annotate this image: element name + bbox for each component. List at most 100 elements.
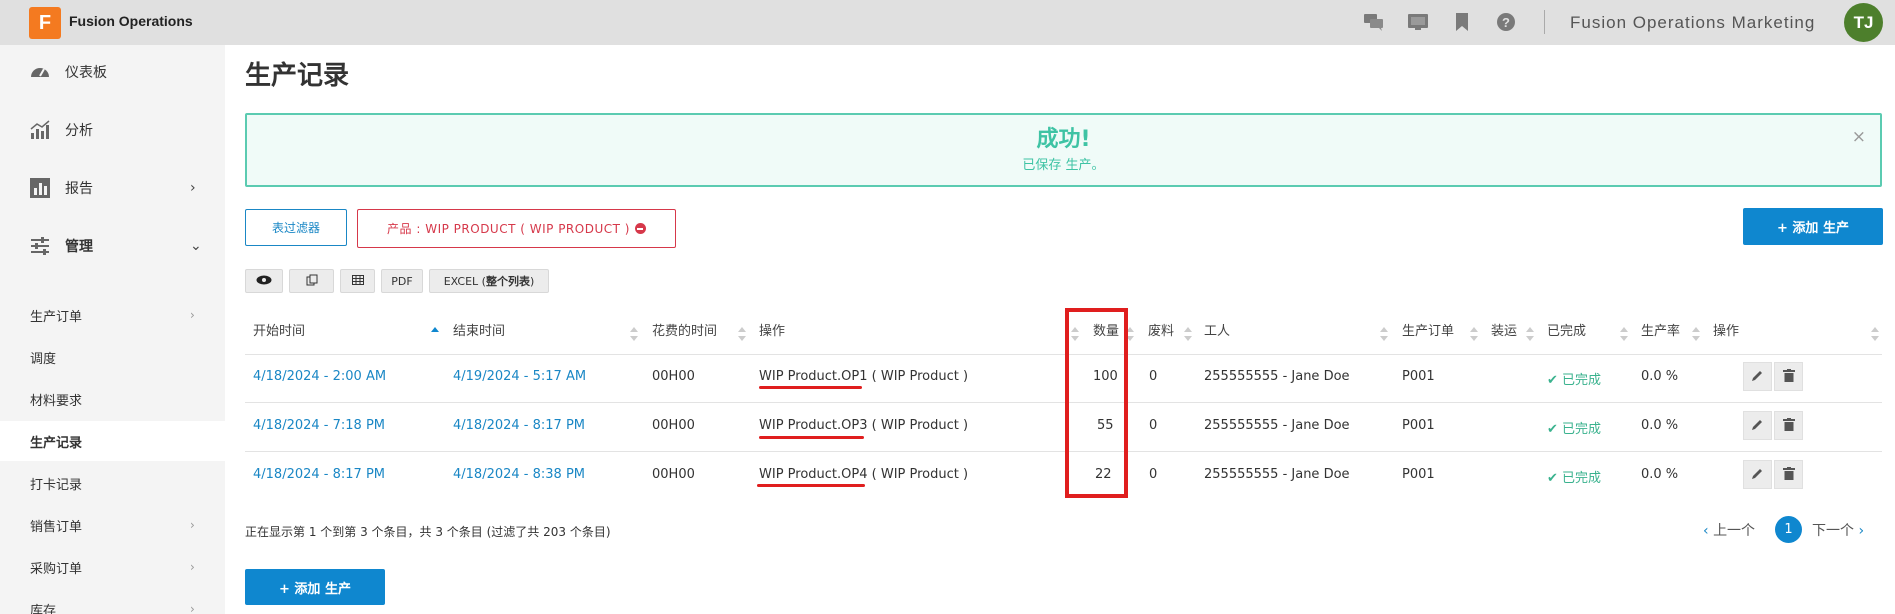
sidebar-sub-production-orders[interactable]: 生产订单 › <box>0 295 225 335</box>
column-visibility-button[interactable] <box>245 269 283 293</box>
edit-button[interactable] <box>1743 411 1772 440</box>
copy-button[interactable] <box>289 269 334 293</box>
display-icon[interactable] <box>1407 11 1429 33</box>
row-divider <box>245 451 1882 452</box>
start-time-link[interactable]: 4/18/2024 - 2:00 AM <box>253 369 386 384</box>
user-avatar[interactable]: TJ <box>1844 3 1883 42</box>
completed-cell: ✔ 已完成 <box>1547 418 1601 437</box>
sidebar-sub-material-requirements[interactable]: 材料要求 <box>0 379 225 419</box>
product-filter-chip[interactable]: 产品 : WIP PRODUCT ( WIP PRODUCT ) <box>357 209 676 248</box>
sidebar-sub-inventory[interactable]: 库存 › <box>0 589 225 614</box>
column-header-actions: 操作 <box>1713 324 1740 339</box>
operation-product: ( WIP Product ) <box>867 467 969 482</box>
check-icon: ✔ <box>1547 373 1563 388</box>
sidebar-sub-purchase-orders[interactable]: 采购订单 › <box>0 547 225 587</box>
sidebar-item-manage[interactable]: 管理 ⌄ <box>0 226 225 266</box>
sliders-icon <box>29 235 51 257</box>
operation-name[interactable]: WIP Product.OP4 <box>759 467 868 482</box>
worker-cell: 255555555 - Jane Doe <box>1204 369 1350 384</box>
sidebar-sub-production-records[interactable]: 生产记录 <box>0 421 225 461</box>
column-header-shipping[interactable]: 装运 <box>1491 320 1517 339</box>
add-production-button-bottom[interactable]: + 添加 生产 <box>245 569 385 605</box>
rate-cell: 0.0 % <box>1641 369 1679 384</box>
pager-prev-label: 上一个 <box>1713 523 1756 539</box>
rate-cell: 0.0 % <box>1641 418 1679 433</box>
edit-button[interactable] <box>1743 460 1772 489</box>
top-icons: ? <box>1363 11 1517 33</box>
sort-icon <box>738 327 746 341</box>
operation-name[interactable]: WIP Product.OP3 <box>759 418 868 433</box>
sidebar-sub-time-clock[interactable]: 打卡记录 <box>0 463 225 503</box>
end-time-link[interactable]: 4/18/2024 - 8:38 PM <box>453 467 585 482</box>
check-icon: ✔ <box>1547 422 1563 437</box>
excel-button[interactable]: EXCEL (整个列表) <box>429 269 549 293</box>
column-header-end-time[interactable]: 结束时间 <box>453 320 505 339</box>
close-icon[interactable]: × <box>1852 127 1866 147</box>
app-logo[interactable]: F <box>29 7 61 39</box>
pdf-button[interactable]: PDF <box>381 269 423 293</box>
trash-icon <box>1782 465 1795 484</box>
tenant-name[interactable]: Fusion Operations Marketing <box>1570 13 1815 33</box>
column-header-operation[interactable]: 操作 <box>759 320 785 339</box>
sort-icon <box>1380 327 1388 341</box>
delete-button[interactable] <box>1774 460 1803 489</box>
sidebar: 仪表板 分析 报告 › 管理 ⌄ 生产订单 › 调度 材料要求 生产记录 打卡记… <box>0 45 225 614</box>
column-header-rate[interactable]: 生产率 <box>1641 320 1680 339</box>
row-divider <box>245 402 1882 403</box>
column-header-completed[interactable]: 已完成 <box>1547 320 1586 339</box>
delete-button[interactable] <box>1774 411 1803 440</box>
worker-cell: 255555555 - Jane Doe <box>1204 467 1350 482</box>
sidebar-sub-scheduling[interactable]: 调度 <box>0 337 225 377</box>
sort-icon <box>1620 327 1628 341</box>
bookmark-icon[interactable] <box>1451 11 1473 33</box>
pager-prev-button[interactable]: ‹ 上一个 <box>1703 520 1755 540</box>
operation-product: ( WIP Product ) <box>867 418 969 433</box>
sidebar-item-dashboard[interactable]: 仪表板 <box>0 52 225 92</box>
completed-label: 已完成 <box>1562 373 1602 388</box>
chevron-left-icon: ‹ <box>1703 523 1714 539</box>
start-time-link[interactable]: 4/18/2024 - 8:17 PM <box>253 467 385 482</box>
delete-button[interactable] <box>1774 362 1803 391</box>
svg-text:?: ? <box>1502 15 1510 30</box>
table-icon <box>351 274 364 288</box>
red-underline-annotation <box>759 436 864 439</box>
column-header-elapsed[interactable]: 花费的时间 <box>652 320 717 339</box>
sort-icon <box>1871 327 1879 341</box>
sidebar-item-analytics[interactable]: 分析 <box>0 110 225 150</box>
chevron-right-icon: › <box>190 518 195 532</box>
sidebar-item-label: 分析 <box>65 123 93 139</box>
page-title: 生产记录 <box>245 61 350 91</box>
sort-icon <box>1692 327 1700 341</box>
edit-button[interactable] <box>1743 362 1772 391</box>
completed-cell: ✔ 已完成 <box>1547 369 1601 388</box>
sort-icon <box>1526 327 1534 341</box>
sidebar-sub-label: 生产订单 <box>30 309 83 325</box>
sort-icon <box>1470 327 1478 341</box>
column-header-start-time[interactable]: 开始时间 <box>253 320 305 339</box>
end-time-link[interactable]: 4/19/2024 - 5:17 AM <box>453 369 586 384</box>
column-header-scrap[interactable]: 废料 <box>1148 320 1174 339</box>
operation-name[interactable]: WIP Product.OP1 <box>759 369 868 384</box>
table-filter-button[interactable]: 表过滤器 <box>245 209 347 246</box>
column-header-worker[interactable]: 工人 <box>1204 320 1230 339</box>
csv-button[interactable] <box>340 269 375 293</box>
sidebar-sub-sales-orders[interactable]: 销售订单 › <box>0 505 225 545</box>
sidebar-item-reports[interactable]: 报告 › <box>0 168 225 208</box>
pager-current-page[interactable]: 1 <box>1775 516 1802 543</box>
sidebar-sub-label: 生产记录 <box>30 435 83 451</box>
table-info: 正在显示第 1 个到第 3 个条目，共 3 个条目 (过滤了共 203 个条目) <box>245 525 611 539</box>
excel-label-suffix: ) <box>529 274 535 288</box>
excel-label-prefix: EXCEL ( <box>443 274 486 288</box>
chat-icon[interactable] <box>1363 11 1385 33</box>
add-production-button[interactable]: + 添加 生产 <box>1743 208 1883 245</box>
end-time-link[interactable]: 4/18/2024 - 8:17 PM <box>453 418 585 433</box>
help-icon[interactable]: ? <box>1495 11 1517 33</box>
sort-icon <box>630 327 638 341</box>
pager-next-button[interactable]: 下一个 › <box>1812 520 1864 540</box>
chevron-right-icon: › <box>1854 523 1865 539</box>
column-header-production-order[interactable]: 生产订单 <box>1402 320 1454 339</box>
start-time-link[interactable]: 4/18/2024 - 7:18 PM <box>253 418 385 433</box>
export-toolbar: PDF EXCEL (整个列表) <box>245 269 549 293</box>
pencil-icon <box>1751 416 1764 435</box>
remove-filter-icon[interactable] <box>634 223 646 234</box>
